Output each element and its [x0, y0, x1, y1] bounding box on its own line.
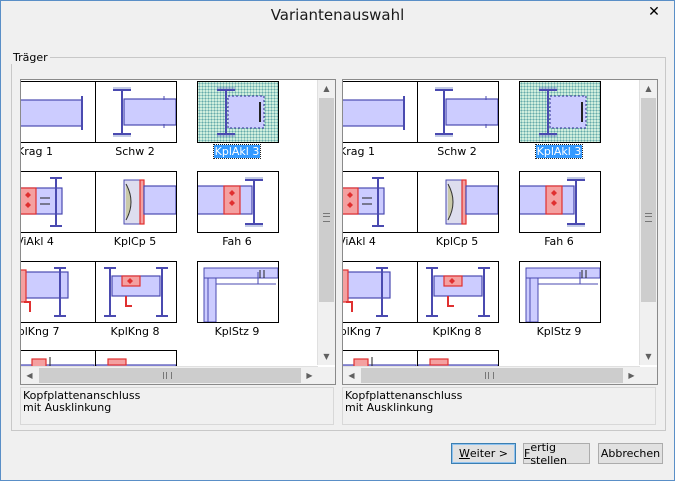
- variant-label-text: ViAkl 4: [343, 235, 376, 248]
- description-line: mit Ausklinkung: [23, 401, 112, 414]
- variant-tile[interactable]: [519, 81, 601, 143]
- up-arrow-icon[interactable]: ▲: [640, 80, 657, 97]
- variant-label-text: KplStz 9: [536, 325, 582, 338]
- right-hscroll-thumb[interactable]: [361, 368, 623, 383]
- connection-diagram: [343, 177, 385, 227]
- variant-tile[interactable]: [343, 81, 419, 143]
- connection-diagram: [198, 177, 263, 227]
- up-arrow-icon[interactable]: ▲: [318, 80, 335, 97]
- variant-label-text: Krag 1: [342, 145, 375, 158]
- connection-diagram: [435, 87, 498, 137]
- right-horizontal-scrollbar[interactable]: ◀ ▶: [343, 366, 640, 384]
- variant-tile[interactable]: [21, 261, 97, 323]
- connection-diagram: [21, 177, 63, 227]
- variant-label-text: Krag 1: [20, 145, 53, 158]
- right-description: Kopfplattenanschluss mit Ausklinkung: [342, 387, 656, 425]
- right-arrow-icon[interactable]: ▶: [301, 367, 318, 384]
- connection-diagram: [445, 179, 498, 225]
- scroll-corner: [640, 367, 657, 384]
- right-arrow-icon[interactable]: ▶: [623, 367, 640, 384]
- variant-label-text: KplKng 8: [432, 325, 482, 338]
- right-vertical-scrollbar[interactable]: ▲ ▼: [639, 80, 657, 365]
- variant-label-text: KplCp 5: [113, 235, 157, 248]
- connection-diagram: [113, 87, 176, 137]
- down-arrow-icon[interactable]: ▼: [640, 348, 657, 365]
- variant-label-text: KplAkl 3: [534, 144, 584, 159]
- left-vertical-scrollbar[interactable]: ▲ ▼: [317, 80, 335, 365]
- scroll-corner: [318, 367, 335, 384]
- variant-tile[interactable]: [519, 261, 601, 323]
- dialog-window: Variantenauswahl ✕ Träger Krag 1 Schw 2 Kp…: [0, 0, 675, 481]
- window-title: Variantenauswahl: [270, 6, 405, 24]
- connection-diagram: [123, 179, 176, 225]
- variant-tile[interactable]: [343, 261, 419, 323]
- connection-diagram: [343, 96, 405, 130]
- connection-diagram: [343, 267, 391, 317]
- right-variant-list[interactable]: Krag 1 Schw 2 KplAkl 3 ViAkl 4 KplCp 5 Fah 6 K…: [342, 79, 658, 385]
- variant-label-text: Fah 6: [222, 235, 252, 248]
- variant-tile[interactable]: [197, 171, 279, 233]
- connection-diagram: [426, 267, 490, 317]
- variant-label-text: KplAkl 3: [212, 144, 262, 159]
- left-vscroll-thumb[interactable]: [319, 98, 334, 302]
- connection-diagram: [104, 267, 168, 317]
- left-variant-list[interactable]: Krag 1 Schw 2 KplAkl 3 ViAkl 4 KplCp 5 Fah 6 K…: [20, 79, 336, 385]
- variant-label[interactable]: Fah 6: [499, 235, 619, 248]
- variant-label-text: Fah 6: [544, 235, 574, 248]
- variant-tile[interactable]: [197, 261, 279, 323]
- next-label: eiter >: [469, 447, 509, 460]
- connection-diagram: [203, 267, 278, 322]
- variant-label-text: KplKng 8: [110, 325, 160, 338]
- down-arrow-icon[interactable]: ▼: [318, 348, 335, 365]
- left-arrow-icon[interactable]: ◀: [21, 367, 38, 384]
- connection-diagram: [21, 267, 69, 317]
- variant-tile[interactable]: [21, 171, 97, 233]
- close-button[interactable]: ✕: [634, 1, 674, 22]
- connection-diagram: [520, 177, 585, 227]
- right-vscroll-thumb[interactable]: [641, 98, 656, 302]
- variant-tile[interactable]: [417, 171, 499, 233]
- variant-label-text: Schw 2: [437, 145, 477, 158]
- variant-label-text: KplStz 9: [214, 325, 260, 338]
- variant-label[interactable]: Fah 6: [177, 235, 297, 248]
- variant-tile[interactable]: [343, 171, 419, 233]
- variant-label[interactable]: KplAkl 3: [177, 144, 297, 159]
- variant-label-text: KplKng 7: [343, 325, 382, 338]
- connection-diagram: [539, 87, 587, 137]
- left-hscroll-thumb[interactable]: [39, 368, 301, 383]
- left-arrow-icon[interactable]: ◀: [343, 367, 360, 384]
- group-label: Träger: [11, 51, 50, 64]
- variant-tile[interactable]: [417, 261, 499, 323]
- next-button[interactable]: Weiter >: [451, 443, 516, 464]
- variant-tile[interactable]: [519, 171, 601, 233]
- finish-button[interactable]: Fertig stellen: [523, 440, 590, 467]
- variant-tile[interactable]: [21, 81, 97, 143]
- variant-tile[interactable]: [197, 81, 279, 143]
- description-line: mit Ausklinkung: [345, 401, 434, 414]
- variant-label-text: KplKng 7: [21, 325, 60, 338]
- variant-label[interactable]: KplStz 9: [177, 325, 297, 338]
- title-bar: Variantenauswahl ✕: [1, 1, 674, 31]
- cancel-button[interactable]: Abbrechen: [598, 443, 663, 464]
- connection-diagram: [21, 96, 83, 130]
- variant-label-text: KplCp 5: [435, 235, 479, 248]
- variant-tile[interactable]: [95, 171, 177, 233]
- variant-label-text: ViAkl 4: [21, 235, 54, 248]
- next-mnemonic: W: [458, 447, 470, 460]
- variant-label-text: Schw 2: [115, 145, 155, 158]
- connection-diagram: [217, 87, 265, 137]
- close-icon: ✕: [648, 3, 660, 20]
- variant-label[interactable]: KplStz 9: [499, 325, 619, 338]
- variant-tile[interactable]: [95, 261, 177, 323]
- variant-label[interactable]: KplAkl 3: [499, 144, 619, 159]
- variant-tile[interactable]: [417, 81, 499, 143]
- left-description: Kopfplattenanschluss mit Ausklinkung: [20, 387, 334, 425]
- variant-tile[interactable]: [95, 81, 177, 143]
- left-horizontal-scrollbar[interactable]: ◀ ▶: [21, 366, 318, 384]
- finish-label: ertig stellen: [530, 440, 567, 467]
- connection-diagram: [525, 267, 600, 322]
